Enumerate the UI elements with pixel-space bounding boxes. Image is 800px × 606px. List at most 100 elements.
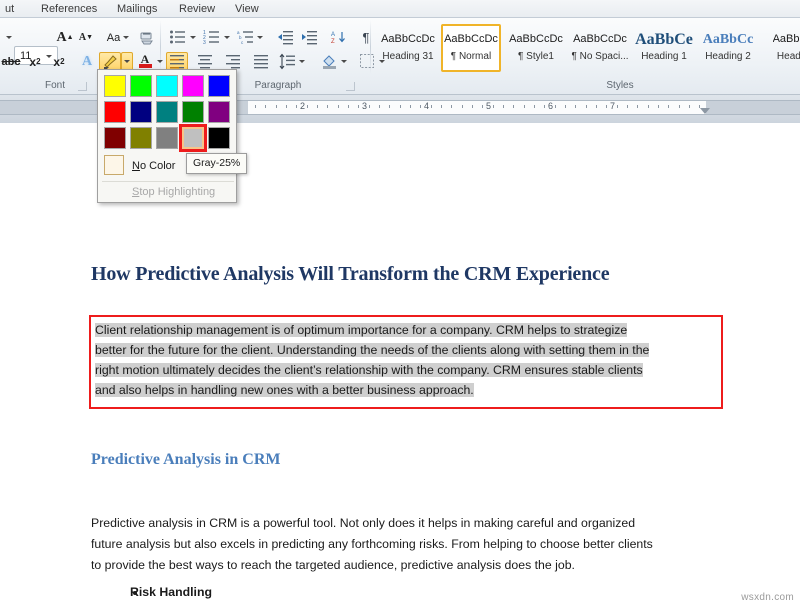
style-card-heading-31[interactable]: AaBbCcDc Heading 31 [378, 24, 438, 72]
shrink-font-button[interactable]: A ▼ [76, 28, 96, 47]
ribbon-tab-review[interactable]: Review [174, 1, 220, 18]
style-name-label: ¶ No Spaci... [571, 51, 629, 62]
ribbon-tab-ut[interactable]: ut [0, 1, 19, 18]
ruler-tick [648, 105, 649, 108]
highlight-swatch-dark-yellow[interactable] [130, 127, 152, 149]
highlight-swatch-pink[interactable] [182, 75, 204, 97]
svg-text:Z: Z [331, 39, 335, 45]
style-card-heading-2[interactable]: AaBbCc Heading 2 [698, 24, 758, 72]
group-label-styles: Styles [530, 80, 710, 91]
bullets-button[interactable] [166, 28, 188, 47]
highlight-swatch-yellow[interactable] [104, 75, 126, 97]
increase-indent-button[interactable] [298, 28, 320, 47]
decrease-indent-button[interactable] [274, 28, 296, 47]
shading-button[interactable] [318, 52, 340, 71]
highlight-swatch-gray-50[interactable] [156, 127, 178, 149]
font-dialog-launcher[interactable] [78, 82, 87, 91]
ruler-tick [503, 105, 504, 108]
style-card-no-spaci[interactable]: AaBbCcDc ¶ No Spaci... [570, 24, 630, 72]
multilevel-list-button[interactable]: abc [234, 28, 256, 47]
ruler-tick [627, 105, 628, 108]
highlight-swatch-blue[interactable] [208, 75, 230, 97]
style-name-label: Heading 2 [705, 51, 751, 62]
highlight-swatch-black[interactable] [208, 127, 230, 149]
highlighted-text: Client relationship management is of opt… [95, 323, 628, 337]
bullets-caret[interactable] [187, 28, 199, 47]
ruler-tick [524, 105, 525, 108]
line-spacing-button[interactable] [276, 52, 298, 71]
ribbon-tab-view[interactable]: View [230, 1, 264, 18]
ruler-number: 5 [486, 101, 492, 111]
ruler-tick [410, 105, 411, 108]
highlight-swatch-red[interactable] [104, 101, 126, 123]
multilevel-list-caret[interactable] [254, 28, 266, 47]
right-indent-marker[interactable] [700, 108, 710, 114]
no-color-menu-item[interactable]: No Color [132, 160, 175, 172]
highlight-swatch-bright-green[interactable] [130, 75, 152, 97]
ruler-tick [420, 105, 421, 108]
style-card-style1[interactable]: AaBbCcDc ¶ Style1 [506, 24, 566, 72]
justify-button[interactable] [250, 52, 272, 71]
group-label-paragraph-text: Paragraph [254, 80, 302, 91]
highlight-swatch-turquoise[interactable] [156, 75, 178, 97]
numbering-button[interactable]: 123 [200, 28, 222, 47]
grow-font-button[interactable]: A ▲ [54, 28, 76, 47]
style-card-heading-1[interactable]: AaBbCе Heading 1 [634, 24, 694, 72]
line-spacing-caret[interactable] [296, 52, 308, 71]
style-preview-text: AaBbCе [635, 32, 693, 47]
ruler-right-margin[interactable] [706, 100, 800, 115]
ruler-number: 2 [300, 101, 306, 111]
ruler-tick [255, 105, 256, 108]
numbering-caret[interactable] [221, 28, 233, 47]
bullet-list-item: Risk Handling [130, 585, 212, 599]
style-card-headi[interactable]: AaBbC Headi [760, 24, 800, 72]
highlighted-text: right motion ultimately decides the clie… [95, 363, 643, 377]
borders-button[interactable] [356, 52, 378, 71]
ruler-number: 7 [610, 101, 616, 111]
ruler-tick [637, 105, 638, 108]
document-heading-1: How Predictive Analysis Will Transform t… [91, 263, 610, 285]
ruler-tick [462, 105, 463, 108]
paragraph-dialog-launcher[interactable] [346, 82, 355, 91]
highlight-swatch-dark-red[interactable] [104, 127, 126, 149]
menu-divider [102, 181, 234, 182]
ruler-tick [565, 105, 566, 108]
ruler-tick [379, 105, 380, 108]
ruler-tick [317, 105, 318, 108]
stop-highlighting-menu-item[interactable]: Stop Highlighting [132, 186, 215, 198]
font-name-caret[interactable] [2, 28, 16, 47]
text-effects-button[interactable]: A [76, 52, 98, 71]
ruler-tick [575, 105, 576, 108]
highlight-swatch-green[interactable] [182, 101, 204, 123]
shading-caret[interactable] [338, 52, 350, 71]
highlighted-line: right motion ultimately decides the clie… [95, 360, 643, 380]
ribbon-tab-references[interactable]: References [36, 1, 102, 18]
change-case-button[interactable]: Aa [105, 28, 131, 47]
style-name-label: Heading 1 [641, 51, 687, 62]
ruler-tick [606, 105, 607, 108]
ruler-tick [544, 105, 545, 108]
highlighted-line: Client relationship management is of opt… [95, 320, 628, 340]
style-card-normal[interactable]: AaBbCcDc ¶ Normal [441, 24, 501, 72]
highlight-color-menu[interactable]: No Color Stop Highlighting [97, 69, 237, 203]
highlight-swatch-violet[interactable] [208, 101, 230, 123]
highlighted-line: and also helps in handling new ones with… [95, 380, 474, 400]
highlight-swatch-dark-blue[interactable] [130, 101, 152, 123]
superscript-button[interactable]: x2 [48, 52, 70, 71]
subscript-button[interactable]: x2 [24, 52, 46, 71]
clear-formatting-button[interactable] [136, 28, 158, 47]
ribbon-tab-mailings[interactable]: Mailings [112, 1, 162, 18]
ruler-tick [296, 105, 297, 108]
ruler-tick [348, 105, 349, 108]
ruler-tick [513, 105, 514, 108]
style-preview-text: AaBbCcDc [509, 33, 563, 45]
no-color-swatch[interactable] [104, 155, 124, 175]
highlight-swatch-teal[interactable] [156, 101, 178, 123]
sort-button[interactable]: AZ [328, 28, 350, 47]
strikethrough-button[interactable]: abc [0, 52, 22, 71]
ruler-tick [327, 105, 328, 108]
style-name-label: Headi [776, 51, 800, 62]
style-preview-text: AaBbCcDc [444, 33, 498, 45]
highlight-swatch-gray-25[interactable] [179, 124, 207, 152]
show-marks-button[interactable]: ¶ [356, 28, 376, 47]
